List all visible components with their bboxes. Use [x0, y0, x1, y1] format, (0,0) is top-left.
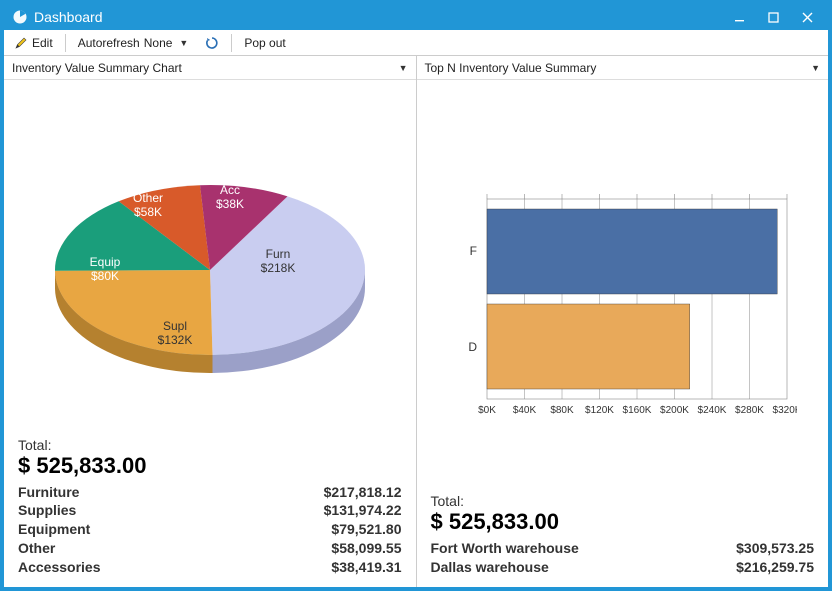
legend-row: Furniture $217,818.12: [18, 483, 402, 502]
svg-text:Other: Other: [133, 191, 163, 205]
svg-text:Furn: Furn: [265, 247, 290, 261]
svg-text:Acc: Acc: [220, 183, 240, 197]
bar-chart: F D $0K $40K $80K $120K $160K $200K $240…: [447, 179, 797, 429]
popout-label: Pop out: [244, 36, 285, 50]
pie-totals: Total: $ 525,833.00 Furniture $217,818.1…: [18, 431, 402, 577]
separator: [65, 34, 66, 52]
window-title: Dashboard: [34, 9, 722, 25]
legend-value: $38,419.31: [292, 558, 402, 577]
edit-label: Edit: [32, 36, 53, 50]
edit-button[interactable]: Edit: [10, 34, 57, 52]
panel-pie-header[interactable]: Inventory Value Summary Chart ▼: [4, 56, 416, 80]
svg-text:$132K: $132K: [157, 333, 192, 347]
titlebar: Dashboard: [4, 4, 828, 30]
chevron-down-icon[interactable]: ▼: [399, 63, 408, 73]
svg-text:$160K: $160K: [623, 405, 652, 416]
panel-bar: Top N Inventory Value Summary ▼: [416, 56, 829, 587]
legend-name: Equipment: [18, 520, 292, 539]
legend-value: $217,818.12: [292, 483, 402, 502]
pie-chart-area: Furn $218K Supl $132K Equip $80K Other $…: [18, 90, 402, 431]
svg-text:Equip: Equip: [89, 255, 120, 269]
panel-pie-body: Furn $218K Supl $132K Equip $80K Other $…: [4, 80, 416, 587]
svg-text:$38K: $38K: [216, 197, 244, 211]
pie-chart: Furn $218K Supl $132K Equip $80K Other $…: [30, 130, 390, 390]
legend-value: $309,573.25: [704, 539, 814, 558]
svg-text:$320K: $320K: [773, 405, 797, 416]
bar-total-label: Total:: [431, 493, 815, 509]
legend-name: Fort Worth warehouse: [431, 539, 705, 558]
svg-text:$218K: $218K: [260, 261, 295, 275]
legend-row: Other $58,099.55: [18, 539, 402, 558]
legend-name: Accessories: [18, 558, 292, 577]
svg-text:$120K: $120K: [585, 405, 614, 416]
svg-text:F: F: [470, 244, 477, 258]
panel-pie-title: Inventory Value Summary Chart: [12, 61, 182, 75]
legend-value: $79,521.80: [292, 520, 402, 539]
panel-bar-body: F D $0K $40K $80K $120K $160K $200K $240…: [417, 80, 829, 587]
panels-container: Inventory Value Summary Chart ▼: [4, 56, 828, 587]
legend-name: Supplies: [18, 501, 292, 520]
legend-value: $216,259.75: [704, 558, 814, 577]
svg-text:$200K: $200K: [660, 405, 689, 416]
chevron-down-icon: ▼: [176, 38, 191, 48]
toolbar: Edit Autorefresh None ▼ Pop out: [4, 30, 828, 56]
refresh-button[interactable]: [201, 34, 223, 52]
legend-value: $58,099.55: [292, 539, 402, 558]
svg-text:$58K: $58K: [134, 205, 162, 219]
panel-bar-header[interactable]: Top N Inventory Value Summary ▼: [417, 56, 829, 80]
legend-value: $131,974.22: [292, 501, 402, 520]
bar-chart-area: F D $0K $40K $80K $120K $160K $200K $240…: [431, 90, 815, 487]
close-button[interactable]: [790, 6, 824, 28]
svg-text:$40K: $40K: [513, 405, 537, 416]
legend-row: Dallas warehouse $216,259.75: [431, 558, 815, 577]
bar-total-value: $ 525,833.00: [431, 509, 815, 535]
legend-name: Other: [18, 539, 292, 558]
autorefresh-dropdown[interactable]: Autorefresh None ▼: [74, 34, 196, 52]
svg-text:D: D: [469, 340, 478, 354]
panel-pie: Inventory Value Summary Chart ▼: [4, 56, 416, 587]
svg-text:$80K: $80K: [551, 405, 575, 416]
svg-text:$240K: $240K: [698, 405, 727, 416]
svg-text:$80K: $80K: [91, 269, 119, 283]
svg-text:$280K: $280K: [735, 405, 764, 416]
app-icon: [12, 9, 28, 25]
maximize-button[interactable]: [756, 6, 790, 28]
svg-text:$0K: $0K: [478, 405, 496, 416]
refresh-icon: [205, 36, 219, 50]
pencil-icon: [14, 36, 28, 50]
autorefresh-label: Autorefresh: [78, 36, 140, 50]
legend-row: Fort Worth warehouse $309,573.25: [431, 539, 815, 558]
autorefresh-value: None: [144, 36, 173, 50]
legend-name: Dallas warehouse: [431, 558, 705, 577]
separator: [231, 34, 232, 52]
minimize-button[interactable]: [722, 6, 756, 28]
svg-text:Supl: Supl: [163, 319, 187, 333]
chevron-down-icon[interactable]: ▼: [811, 63, 820, 73]
pie-total-value: $ 525,833.00: [18, 453, 402, 479]
bar-totals: Total: $ 525,833.00 Fort Worth warehouse…: [431, 487, 815, 577]
popout-button[interactable]: Pop out: [240, 34, 289, 52]
legend-row: Supplies $131,974.22: [18, 501, 402, 520]
panel-bar-title: Top N Inventory Value Summary: [425, 61, 597, 75]
legend-row: Accessories $38,419.31: [18, 558, 402, 577]
legend-row: Equipment $79,521.80: [18, 520, 402, 539]
pie-total-label: Total:: [18, 437, 402, 453]
app-window: Dashboard Edit Autorefresh None ▼: [0, 0, 832, 591]
legend-name: Furniture: [18, 483, 292, 502]
